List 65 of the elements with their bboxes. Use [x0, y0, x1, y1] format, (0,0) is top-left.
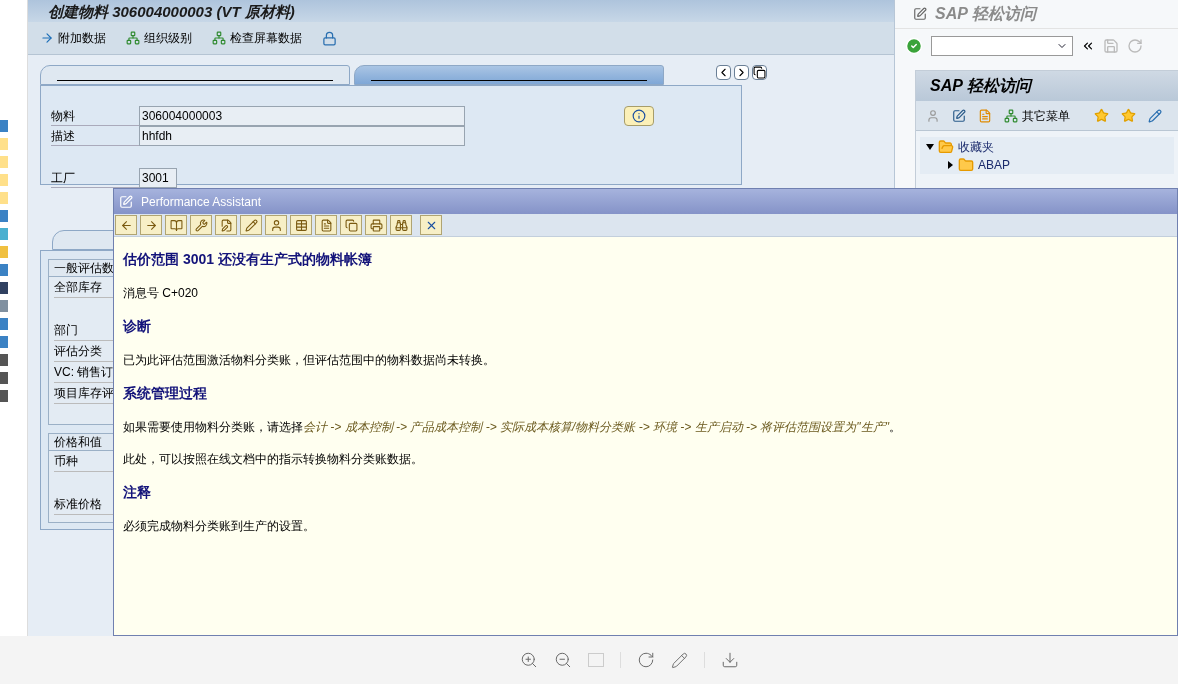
rotate-icon[interactable]	[636, 651, 655, 669]
input-field[interactable]: 306004000003	[139, 106, 465, 126]
find-icon	[394, 218, 408, 232]
paragraph: 必须完成物料分类账到生产的设置。	[123, 518, 316, 535]
confirm-icon[interactable]	[905, 36, 923, 55]
info-button[interactable]	[624, 106, 654, 126]
panel-heading: SAP 轻松访问	[930, 76, 1031, 96]
document-icon	[319, 218, 333, 232]
scroll-left-icon[interactable]	[716, 65, 731, 80]
edit-icon[interactable]	[670, 651, 688, 669]
tab[interactable]	[40, 65, 350, 85]
toolbar-button[interactable]	[365, 215, 387, 235]
download-icon[interactable]	[720, 651, 739, 669]
tree-item[interactable]: 收藏夹	[958, 138, 994, 156]
toolbar-button[interactable]: 组织级别	[126, 29, 192, 47]
collapsed-caret-icon[interactable]	[946, 161, 954, 169]
input-field[interactable]: 3001	[139, 168, 177, 188]
window-icon	[119, 194, 133, 209]
toolbar-button[interactable]	[115, 215, 137, 235]
arrow-icon	[40, 31, 54, 45]
scroll-right-icon[interactable]	[734, 65, 749, 80]
zoom-out-icon[interactable]	[553, 651, 572, 669]
panel-title: SAP 轻松访问	[935, 4, 1036, 24]
toolbar-button[interactable]: 附加数据	[40, 29, 106, 47]
toolbar-button[interactable]	[240, 215, 262, 235]
window-title: 创建物料 306004000003 (VT 原材料)	[48, 2, 295, 22]
tree-item[interactable]: ABAP	[978, 156, 1010, 174]
toolbar-button[interactable]	[315, 215, 337, 235]
input-field[interactable]: hhfdh	[139, 126, 465, 146]
toolbar-button[interactable]	[140, 215, 162, 235]
print-icon	[369, 218, 383, 232]
hierarchy-icon	[126, 31, 140, 45]
copy-icon	[344, 218, 358, 232]
expanded-caret-icon[interactable]	[926, 143, 934, 151]
toolbar-button[interactable]	[390, 215, 412, 235]
open-folder-icon	[938, 139, 954, 155]
user-icon	[269, 218, 283, 232]
info-icon	[632, 109, 646, 123]
other-menu-button[interactable]: 其它菜单	[1004, 106, 1070, 125]
toolbar-button[interactable]	[265, 215, 287, 235]
pencil-icon	[244, 218, 258, 232]
toolbar-button[interactable]	[165, 215, 187, 235]
command-field[interactable]	[931, 35, 1073, 56]
hierarchy-icon	[212, 31, 226, 45]
folder-icon	[958, 157, 974, 173]
forward-icon	[144, 218, 158, 232]
hierarchy-icon	[1004, 108, 1018, 123]
book-icon	[169, 218, 183, 232]
popup-title: Performance Assistant	[141, 193, 262, 211]
edit-icon[interactable]	[1148, 108, 1162, 123]
tools-icon	[194, 218, 208, 232]
toolbar-button[interactable]	[340, 215, 362, 235]
tab-list-icon[interactable]	[752, 65, 767, 80]
paragraph: 如果需要使用物料分类账，请选择会计 -> 成本控制 -> 产品成本控制 -> 实际成本核算/物料分类账 -> 环境 -> 生产启动 -> 将评估范围设置为"生产"。	[123, 419, 902, 436]
toolbar-button[interactable]	[215, 215, 237, 235]
zoom-in-icon[interactable]	[519, 651, 538, 669]
toolbar-button[interactable]	[290, 215, 312, 235]
section-heading: 诊断	[123, 317, 152, 336]
tab[interactable]	[354, 65, 664, 85]
edit-document-icon	[219, 218, 233, 232]
toolbar-button[interactable]: 检查屏幕数据	[212, 29, 302, 47]
close-button[interactable]	[420, 215, 442, 235]
table-icon	[294, 218, 308, 232]
lock-icon[interactable]	[322, 30, 337, 46]
toolbar-button[interactable]	[190, 215, 212, 235]
